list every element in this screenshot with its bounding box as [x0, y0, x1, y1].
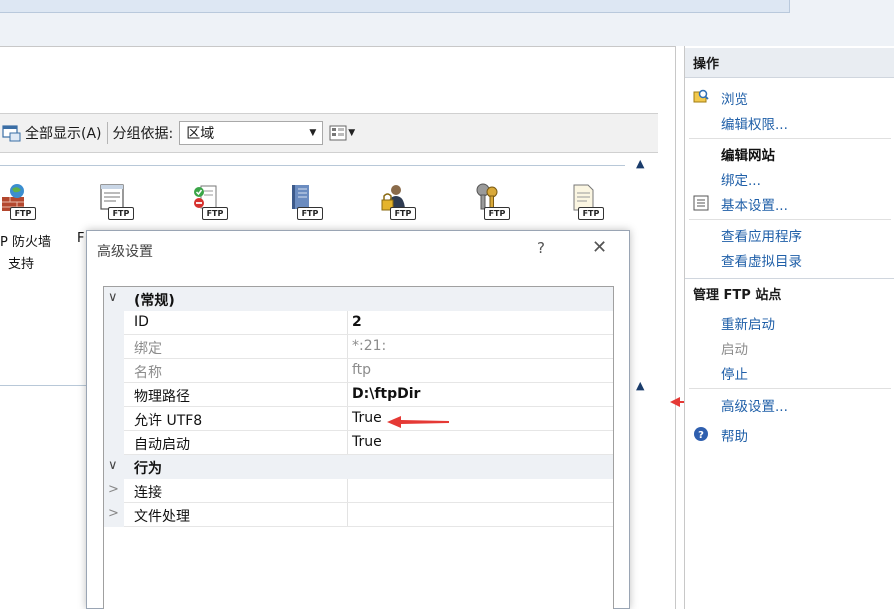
category-behavior[interactable]: ∨ 行为	[104, 455, 613, 479]
svg-text:?: ?	[698, 430, 704, 441]
chevron-down-icon[interactable]: ∨	[108, 290, 118, 305]
browse-icon	[693, 89, 709, 103]
annotation-arrow	[387, 416, 449, 428]
advanced-settings-link[interactable]: 高级设置...	[721, 395, 788, 415]
property-name: 名称	[134, 365, 162, 381]
chevron-down-icon[interactable]: ∨	[108, 458, 118, 473]
edit-site-heading: 编辑网站	[721, 148, 775, 164]
group-by-value: 区域	[186, 126, 215, 142]
actions-divider	[689, 219, 891, 220]
property-name: 允许 UTF8	[134, 413, 203, 429]
close-icon[interactable]: ✕	[592, 237, 607, 258]
manage-ftp-site-label: 管理 FTP 站点	[693, 288, 782, 303]
property-name: 行为	[134, 461, 162, 477]
chevron-right-icon[interactable]: >	[108, 506, 119, 521]
actions-divider	[689, 138, 891, 139]
ftp-badge: FTP	[578, 207, 604, 220]
property-value: True	[352, 434, 382, 450]
ftp-badge: FTP	[108, 207, 134, 220]
property-row-id[interactable]: ID 2	[104, 311, 613, 335]
property-value: 2	[352, 314, 362, 330]
feature-label-partial: F	[77, 231, 85, 246]
property-row-allow-utf8[interactable]: 允许 UTF8 True	[104, 407, 613, 431]
dialog-title: 高级设置	[97, 244, 153, 260]
show-all-button[interactable]: 全部显示(A)	[2, 120, 102, 146]
stop-link[interactable]: 停止	[721, 363, 748, 383]
show-all-label: 全部显示(A)	[25, 126, 102, 142]
edit-permissions-link[interactable]: 编辑权限...	[721, 113, 788, 133]
browse-link[interactable]: 浏览	[721, 88, 748, 108]
feature-ftp-messages[interactable]: FTP	[279, 183, 329, 223]
property-name: 自动启动	[134, 437, 190, 453]
show-all-icon	[2, 125, 21, 142]
ftp-badge: FTP	[390, 207, 416, 220]
property-row-connections[interactable]: > 连接	[104, 479, 613, 503]
group-by-label: 分组依据:	[112, 126, 174, 142]
ftp-badge: FTP	[297, 207, 323, 220]
group-divider	[0, 165, 625, 166]
property-value: True	[352, 410, 382, 426]
property-name: 文件处理	[134, 509, 190, 525]
actions-pane: 操作 浏览 编辑权限... 编辑网站 绑定... 基本设置... 查看应用程序 …	[684, 46, 894, 609]
collapse-group-icon[interactable]: ▲	[636, 379, 644, 392]
actions-header: 操作	[685, 48, 894, 78]
property-row-file-handling[interactable]: > 文件处理	[104, 503, 613, 527]
ftp-badge: FTP	[484, 207, 510, 220]
feature-ftp-directory-browsing[interactable]: FTP	[560, 183, 610, 223]
feature-ftp-authorization[interactable]: FTP	[372, 183, 422, 223]
address-bar[interactable]	[0, 0, 790, 13]
group-by-select[interactable]: 区域 ▼	[179, 121, 324, 145]
chevron-down-icon: ▼	[309, 128, 317, 138]
toolbar-separator	[106, 122, 108, 144]
manage-ftp-site-header: 管理 FTP 站点	[685, 278, 894, 308]
property-value: D:\ftpDir	[352, 386, 421, 402]
start-link[interactable]: 启动	[721, 338, 748, 358]
restart-link[interactable]: 重新启动	[721, 313, 775, 333]
property-value: *:21:	[352, 338, 387, 354]
property-row-name[interactable]: 名称 ftp	[104, 359, 613, 383]
property-name: 物理路径	[134, 389, 190, 405]
property-name: ID	[134, 314, 149, 330]
category-general[interactable]: ∨ (常规)	[104, 287, 613, 311]
features-toolbar: 全部显示(A) 分组依据: 区域 ▼ ▼	[0, 113, 658, 153]
help-icon: ?	[694, 427, 708, 441]
property-row-auto-start[interactable]: 自动启动 True	[104, 431, 613, 455]
basic-settings-link[interactable]: 基本设置...	[721, 194, 788, 214]
property-name: (常规)	[134, 293, 175, 309]
property-grid: ∨ (常规) ID 2 绑定 *:21: 名称 ftp 物理路径 D:\ftpD…	[103, 286, 614, 609]
view-mode-button[interactable]: ▼	[329, 120, 355, 146]
view-applications-link[interactable]: 查看应用程序	[721, 225, 802, 245]
property-row-physical-path[interactable]: 物理路径 D:\ftpDir	[104, 383, 613, 407]
feature-ftp-request-filtering[interactable]: FTP	[184, 183, 234, 223]
help-icon[interactable]: ?	[537, 239, 545, 257]
ftp-badge: FTP	[10, 207, 36, 220]
chevron-right-icon[interactable]: >	[108, 482, 119, 497]
view-grid-icon	[329, 125, 347, 141]
view-virtual-directories-link[interactable]: 查看虚拟目录	[721, 250, 802, 270]
feature-ftp-authentication[interactable]: FTP	[466, 183, 516, 223]
actions-header-label: 操作	[693, 57, 720, 72]
help-link[interactable]: 帮助	[721, 425, 748, 445]
feature-label-firewall-line2: 支持	[8, 257, 35, 272]
actions-divider	[689, 388, 891, 389]
feature-ftp-firewall[interactable]: FTP	[0, 183, 42, 223]
chevron-down-icon: ▼	[348, 128, 356, 138]
feature-ftp-log[interactable]: FTP	[90, 183, 140, 223]
window-top-bar	[0, 0, 894, 46]
property-row-binding[interactable]: 绑定 *:21:	[104, 335, 613, 359]
advanced-settings-dialog: 高级设置 ? ✕ ∨ (常规) ID 2 绑定 *:21: 名称 ftp 物理路…	[86, 230, 630, 609]
bindings-link[interactable]: 绑定...	[721, 169, 761, 189]
property-name: 连接	[134, 485, 162, 501]
property-value: ftp	[352, 362, 372, 378]
property-name: 绑定	[134, 341, 162, 357]
feature-label-firewall-line1: P 防火墙	[0, 235, 51, 250]
ftp-badge: FTP	[202, 207, 228, 220]
basic-settings-icon	[693, 195, 709, 211]
